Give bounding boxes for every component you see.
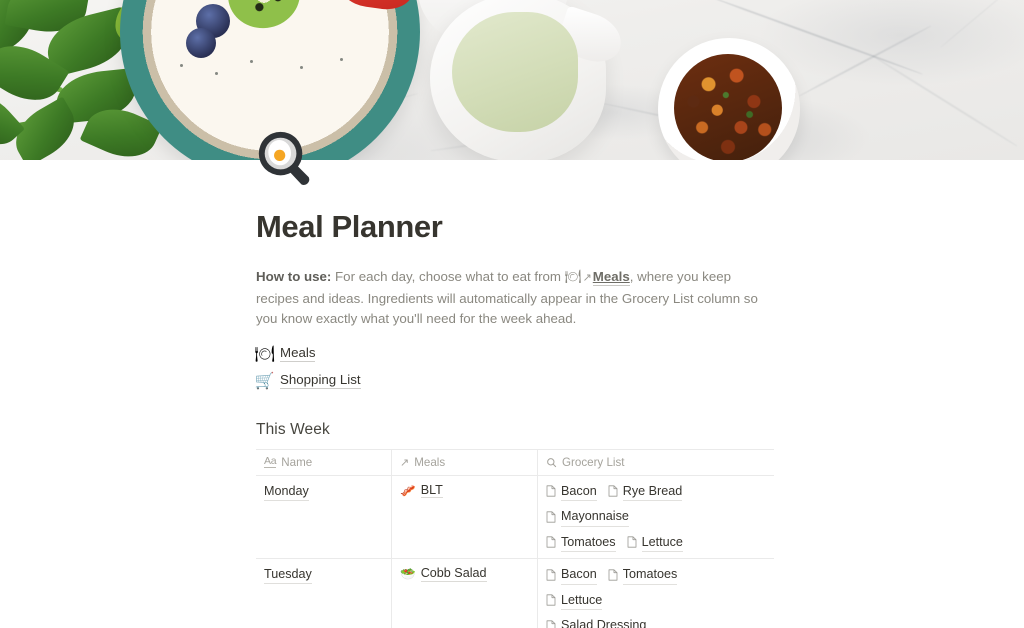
cell-grocery-list[interactable]: Bacon Tomatoes Lettuce Salad Dressing [538, 559, 774, 628]
column-header-label: Grocery List [562, 455, 625, 469]
chili-flakes [674, 54, 782, 160]
grocery-chip[interactable]: Tomatoes [608, 565, 678, 585]
meals-inline-link[interactable]: Meals [592, 269, 630, 287]
cover-image[interactable] [0, 0, 1024, 160]
meal-relation-chip[interactable]: 🥓 BLT [400, 483, 443, 499]
grocery-chip[interactable]: Salad Dressing [546, 616, 646, 628]
sub-page-links: 🍽 Meals 🛒 Shopping List [254, 342, 776, 393]
page-content: Meal Planner How to use: For each day, c… [254, 160, 776, 628]
day-label: Monday [264, 483, 309, 501]
sub-page-link-label: Shopping List [280, 372, 361, 390]
database-title[interactable]: This Week [256, 421, 776, 439]
column-header-meals[interactable]: ↗ Meals [392, 449, 538, 476]
meal-relation-chip[interactable]: 🥗 Cobb Salad [400, 566, 487, 582]
grocery-chip[interactable]: Lettuce [627, 533, 683, 553]
grocery-label: Lettuce [561, 591, 603, 611]
column-header-name[interactable]: Aa Name [256, 449, 392, 476]
text-property-icon: Aa [264, 454, 277, 469]
grocery-chip[interactable]: Mayonnaise [546, 507, 629, 527]
grocery-label: Bacon [561, 565, 597, 585]
grocery-label: Tomatoes [622, 565, 678, 585]
page-document-icon [608, 485, 618, 498]
page-title: Meal Planner [256, 209, 443, 244]
grocery-label: Tomatoes [561, 533, 616, 553]
bacon-icon: 🥓 [400, 482, 416, 498]
frying-pan-egg-icon[interactable] [257, 130, 315, 188]
fork-and-knife-icon: 🍽 [564, 270, 582, 286]
how-to-use-label: How to use: [256, 269, 332, 285]
sub-page-link-label: Meals [280, 345, 316, 363]
how-to-use-description: How to use: For each day, choose what to… [256, 267, 776, 330]
page-document-icon [546, 620, 556, 628]
salad-icon: 🥗 [400, 566, 416, 582]
pitcher-liquid [452, 12, 578, 132]
grocery-chip[interactable]: Bacon [546, 565, 597, 585]
table-row[interactable]: Tuesday 🥗 Cobb Salad Bacon Tomatoes Lett… [256, 559, 774, 628]
day-label: Tuesday [264, 566, 312, 585]
grocery-label: Mayonnaise [561, 507, 629, 527]
sub-page-link-meals[interactable]: 🍽 Meals [254, 342, 776, 366]
meal-label: Cobb Salad [420, 566, 487, 582]
table-row[interactable]: Monday 🥓 BLT Bacon Rye Bread Mayonnaise … [256, 475, 774, 560]
cell-meals[interactable]: 🥗 Cobb Salad [392, 559, 538, 628]
table-header-row: Aa Name ↗ Meals Grocery List [256, 449, 774, 476]
column-header-label: Name [281, 455, 313, 469]
page-document-icon [546, 485, 556, 498]
grocery-label: Rye Bread [622, 482, 683, 502]
grocery-label: Bacon [561, 482, 597, 502]
meal-label: BLT [420, 482, 443, 499]
table-body: Monday 🥓 BLT Bacon Rye Bread Mayonnaise … [256, 475, 774, 628]
cell-meals[interactable]: 🥓 BLT [392, 475, 538, 560]
grocery-chip-list: Bacon Rye Bread Mayonnaise Tomatoes Lett… [546, 482, 766, 553]
blueberry [186, 28, 216, 58]
page-document-icon [546, 536, 556, 549]
page-document-icon [608, 569, 618, 581]
cell-name[interactable]: Tuesday [256, 559, 392, 628]
description-part-1: For each day, choose what to eat from [331, 269, 565, 285]
cell-grocery-list[interactable]: Bacon Rye Bread Mayonnaise Tomatoes Lett… [538, 476, 774, 560]
link-arrow-icon: ↗ [582, 272, 592, 285]
rollup-search-icon [546, 457, 557, 468]
fork-and-knife-icon: 🍽 [254, 344, 275, 364]
this-week-table: Aa Name ↗ Meals Grocery List Monday 🥓 BL… [256, 448, 774, 628]
page-document-icon [546, 594, 556, 607]
page-document-icon [546, 511, 556, 523]
grocery-label: Salad Dressing [561, 616, 646, 628]
grocery-chip[interactable]: Tomatoes [546, 533, 616, 553]
cell-name[interactable]: Monday [256, 475, 392, 560]
sub-page-link-shopping-list[interactable]: 🛒 Shopping List [254, 369, 776, 393]
grocery-chip[interactable]: Lettuce [546, 591, 603, 611]
relation-property-icon: ↗ [400, 456, 410, 469]
grocery-chip-list: Bacon Tomatoes Lettuce Salad Dressing [546, 565, 766, 628]
shopping-cart-icon: 🛒 [254, 371, 275, 391]
notion-page: Meal Planner How to use: For each day, c… [0, 0, 1024, 628]
column-header-grocery-list[interactable]: Grocery List [538, 450, 774, 476]
page-document-icon [546, 569, 556, 581]
column-header-label: Meals [414, 455, 446, 469]
grocery-label: Lettuce [641, 533, 683, 553]
grocery-chip[interactable]: Bacon [546, 482, 597, 502]
page-document-icon [627, 536, 637, 549]
grocery-chip[interactable]: Rye Bread [608, 482, 683, 502]
